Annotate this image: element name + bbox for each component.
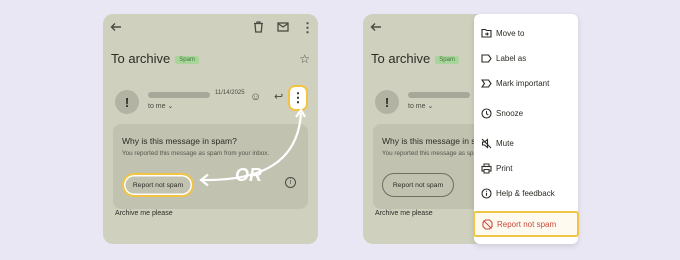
clock-icon bbox=[480, 107, 492, 119]
sender-name-placeholder bbox=[408, 92, 470, 98]
email-body: Archive me please bbox=[375, 210, 433, 217]
menu-item-label: Snooze bbox=[496, 108, 524, 118]
overflow-menu: Move to Label as Mark important Snooze M… bbox=[473, 14, 579, 244]
help-icon bbox=[480, 187, 492, 199]
menu-item-mark-important[interactable]: Mark important bbox=[474, 72, 578, 94]
back-arrow-icon[interactable] bbox=[370, 21, 382, 33]
menu-item-label: Move to bbox=[496, 28, 525, 38]
menu-item-label: Print bbox=[496, 163, 513, 173]
menu-item-label: Help & feedback bbox=[496, 188, 555, 198]
or-divider: OR bbox=[235, 165, 262, 185]
menu-item-report-not-spam[interactable]: Report not spam bbox=[473, 211, 579, 237]
label-icon bbox=[480, 52, 492, 64]
spam-label: Spam bbox=[435, 55, 459, 64]
menu-item-mute[interactable]: Mute bbox=[474, 132, 578, 154]
email-subject: To archive Spam bbox=[371, 51, 459, 66]
report-not-spam-icon bbox=[481, 218, 493, 230]
menu-item-label: Mute bbox=[496, 138, 514, 148]
menu-item-snooze[interactable]: Snooze bbox=[474, 102, 578, 124]
menu-item-label: Mark important bbox=[496, 78, 550, 88]
menu-item-print[interactable]: Print bbox=[474, 157, 578, 179]
subject-text: To archive bbox=[371, 51, 431, 66]
recipient[interactable]: to me ⌄ bbox=[408, 102, 433, 110]
move-to-icon bbox=[480, 27, 492, 39]
menu-item-help-feedback[interactable]: Help & feedback bbox=[474, 182, 578, 204]
report-not-spam-button[interactable]: Report not spam bbox=[382, 173, 454, 197]
menu-item-label: Label as bbox=[496, 53, 527, 63]
print-icon bbox=[480, 162, 492, 174]
mute-icon bbox=[480, 137, 492, 149]
menu-item-label: Report not spam bbox=[497, 219, 557, 229]
menu-item-move-to[interactable]: Move to bbox=[474, 22, 578, 44]
important-icon bbox=[480, 77, 492, 89]
avatar: ! bbox=[375, 90, 399, 114]
menu-item-label-as[interactable]: Label as bbox=[474, 47, 578, 69]
